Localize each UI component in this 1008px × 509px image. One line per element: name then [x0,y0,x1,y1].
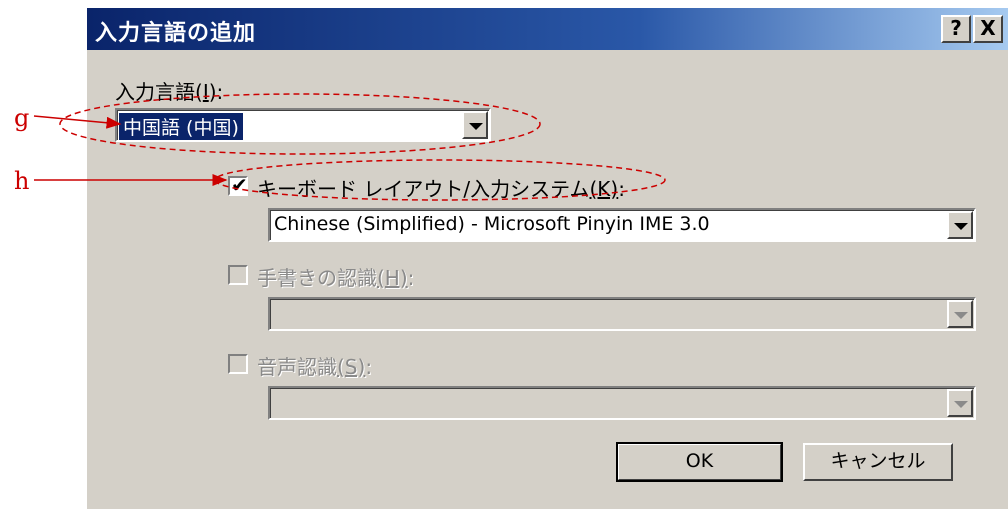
annotation-overlay [33,93,666,201]
annotation-ellipse-h [214,159,666,201]
annotation-arrow-g [33,115,122,129]
annotation-ellipse-g [59,93,541,155]
